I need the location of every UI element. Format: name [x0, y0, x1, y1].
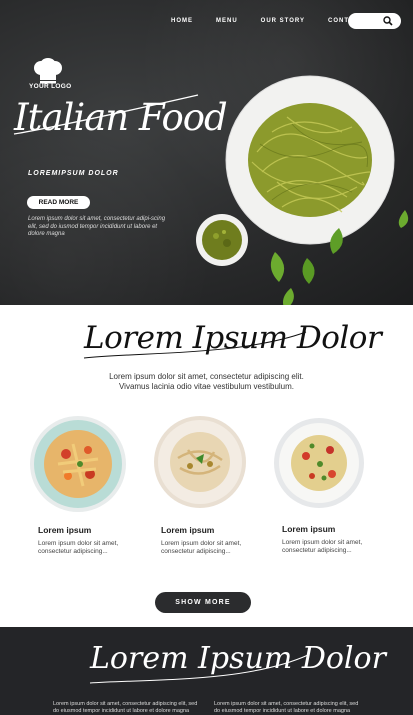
dish-text-2: Lorem ipsum dolor sit amet, consectetur …: [161, 540, 242, 555]
footer: Lorem Ipsum Dolor Lorem ipsum dolor sit …: [0, 627, 413, 715]
search-input[interactable]: [348, 13, 401, 29]
hero-subtitle: LOREMIPSUM DOLOR: [28, 170, 119, 177]
footer-column-1: Lorem ipsum dolor sit amet, consectetur …: [53, 701, 198, 714]
section-title-flourish: [83, 331, 307, 359]
dish-image-2[interactable]: [152, 414, 248, 510]
section-intro-line-2: Vivamus lacinia odio vitae vestibulum ve…: [118, 382, 295, 391]
dish-text-1: Lorem ipsum dolor sit amet, consectetur …: [38, 540, 119, 555]
dish-image-3[interactable]: [272, 416, 366, 510]
dish-title-3: Lorem ipsum: [282, 524, 336, 534]
show-more-button[interactable]: SHOW MORE: [155, 592, 251, 613]
dish-image-1[interactable]: [28, 414, 128, 514]
section-intro: Lorem ipsum dolor sit amet, consectetur …: [0, 372, 413, 392]
hero-section: HOME MENU OUR STORY CONTACT US YOUR LOGO…: [0, 0, 413, 305]
basil-leaves-image: [270, 210, 409, 305]
nav-menu[interactable]: MENU: [216, 18, 238, 24]
footer-column-2: Lorem ipsum dolor sit amet, consectetur …: [214, 701, 359, 714]
dish-title-2: Lorem ipsum: [161, 525, 215, 535]
hero-title-flourish: [13, 94, 199, 135]
logo-text: YOUR LOGO: [29, 83, 72, 90]
chef-hat-icon[interactable]: [28, 58, 68, 84]
section-intro-line-1: Lorem ipsum dolor sit amet, consectetur …: [109, 372, 304, 381]
nav-our-story[interactable]: OUR STORY: [261, 18, 305, 24]
pesto-bowl-image: [196, 214, 248, 266]
nav-home[interactable]: HOME: [171, 18, 193, 24]
dish-text-3: Lorem ipsum dolor sit amet, consectetur …: [282, 539, 363, 554]
search-icon: [383, 16, 393, 26]
read-more-button[interactable]: READ MORE: [27, 196, 90, 209]
footer-title-flourish: [89, 654, 309, 684]
hero-body-text: Lorem ipsum dolor sit amet, consectetur …: [28, 216, 166, 237]
dish-title-1: Lorem ipsum: [38, 525, 92, 535]
